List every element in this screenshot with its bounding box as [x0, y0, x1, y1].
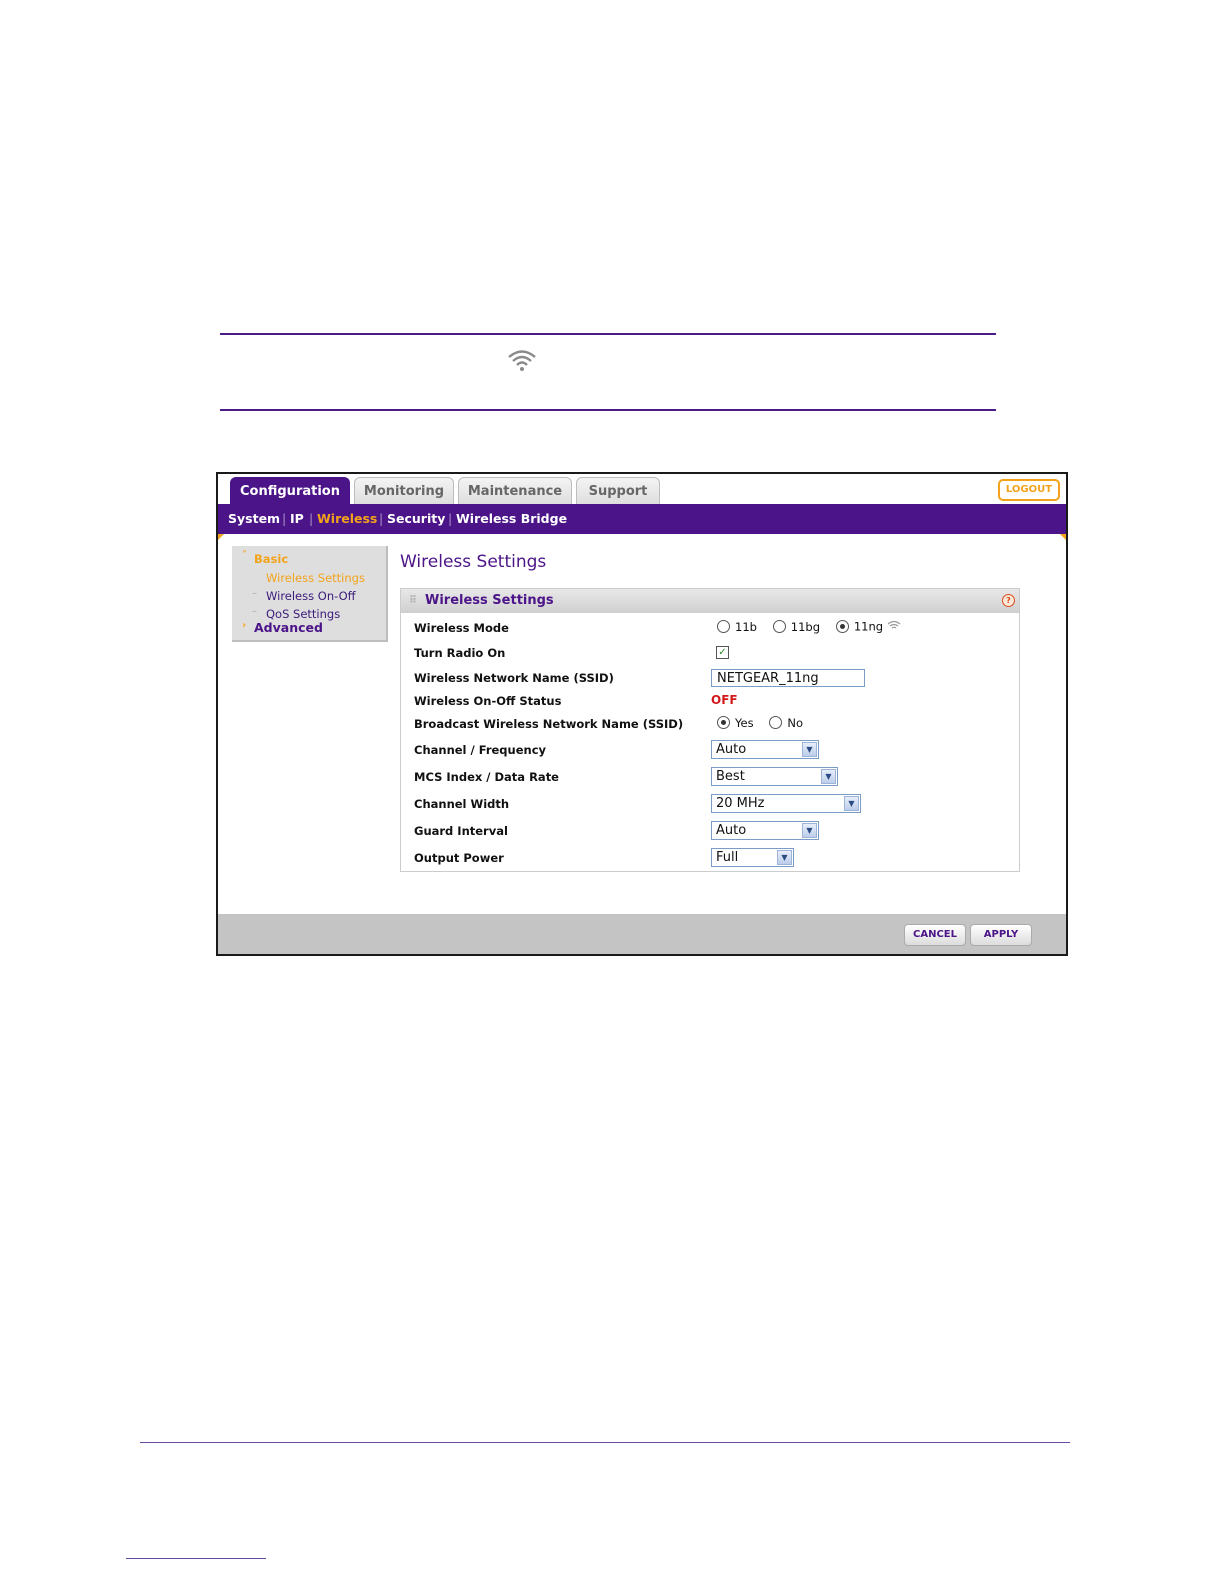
- subnav-wireless[interactable]: Wireless: [317, 504, 377, 534]
- sidebar-item-wireless-settings[interactable]: Wireless Settings: [266, 571, 365, 585]
- chevron-down-icon: ▼: [821, 769, 836, 784]
- page-title: Wireless Settings: [400, 552, 547, 572]
- note-bottom-rule: [220, 409, 996, 411]
- output-power-select-value: Full: [716, 850, 739, 865]
- subnav-separator: |: [309, 511, 314, 526]
- sub-navigation: System | IP | Wireless | Security | Wire…: [218, 504, 1066, 534]
- logout-button[interactable]: LOGOUT: [998, 479, 1060, 501]
- chevron-down-icon: ▼: [777, 850, 792, 865]
- guard-interval-select-value: Auto: [716, 823, 747, 838]
- subnav-separator: |: [448, 511, 453, 526]
- subnav-security[interactable]: Security: [387, 504, 445, 534]
- sidebar-advanced[interactable]: Advanced: [254, 620, 323, 635]
- footer-link-underline: [126, 1558, 266, 1559]
- tab-configuration[interactable]: Configuration: [230, 477, 350, 506]
- subnav-system[interactable]: System: [228, 504, 280, 534]
- ssid-input[interactable]: NETGEAR_11ng: [711, 669, 865, 687]
- orange-corner-right: [1060, 534, 1066, 540]
- subnav-separator: |: [379, 511, 384, 526]
- main-tabs: Configuration Monitoring Maintenance Sup…: [218, 474, 1066, 506]
- subnav-wireless-bridge[interactable]: Wireless Bridge: [456, 504, 567, 534]
- label-broadcast-ssid: Broadcast Wireless Network Name (SSID): [414, 717, 684, 731]
- apply-button[interactable]: APPLY: [970, 924, 1032, 946]
- label-ssid: Wireless Network Name (SSID): [414, 671, 614, 685]
- radio-yes[interactable]: [717, 716, 730, 729]
- label-guard-interval: Guard Interval: [414, 824, 508, 838]
- wireless-mode-radios: 11b 11bg 11ng: [717, 619, 901, 634]
- output-power-select[interactable]: Full ▼: [711, 848, 794, 867]
- channel-width-select-value: 20 MHz: [716, 796, 765, 811]
- tab-support[interactable]: Support: [576, 477, 660, 506]
- chevron-down-icon: ˅: [242, 550, 247, 561]
- label-turn-radio-on: Turn Radio On: [414, 646, 506, 660]
- sidebar-item-wireless-onoff[interactable]: Wireless On-Off: [266, 589, 356, 603]
- grip-icon: ⠿: [409, 595, 417, 606]
- bullet-icon: –: [252, 606, 257, 617]
- bullet-icon: –: [252, 588, 257, 599]
- sidebar: ˅ Basic Wireless Settings – Wireless On-…: [232, 546, 388, 642]
- guard-interval-select[interactable]: Auto ▼: [711, 821, 819, 840]
- router-ui-screenshot: Configuration Monitoring Maintenance Sup…: [216, 472, 1068, 956]
- label-channel: Channel / Frequency: [414, 743, 547, 757]
- wifi-icon: [887, 620, 901, 629]
- chevron-right-icon: ›: [242, 620, 247, 631]
- onoff-status-value: OFF: [711, 693, 738, 707]
- settings-panel: ⠿ Wireless Settings ? Wireless Mode 11b …: [400, 588, 1020, 872]
- radio-11ng[interactable]: [835, 620, 849, 633]
- sidebar-basic[interactable]: Basic: [254, 552, 288, 566]
- mcs-select[interactable]: Best ▼: [711, 767, 838, 786]
- subnav-ip[interactable]: IP: [290, 504, 304, 534]
- radio-11b[interactable]: [717, 620, 730, 633]
- mcs-select-value: Best: [716, 769, 745, 784]
- label-output-power: Output Power: [414, 851, 504, 865]
- button-bar: CANCEL APPLY: [218, 914, 1066, 954]
- channel-width-select[interactable]: 20 MHz ▼: [711, 794, 861, 813]
- chevron-down-icon: ▼: [802, 823, 817, 838]
- note-top-rule: [220, 333, 996, 335]
- label-onoff-status: Wireless On-Off Status: [414, 694, 562, 708]
- sidebar-item-qos-settings[interactable]: QoS Settings: [266, 607, 340, 621]
- radio-label-11bg: 11bg: [790, 619, 820, 634]
- turn-radio-on-checkbox[interactable]: ✓: [716, 646, 729, 659]
- label-channel-width: Channel Width: [414, 797, 510, 811]
- footer-rule: [140, 1442, 1070, 1443]
- channel-select-value: Auto: [716, 742, 747, 757]
- radio-label-no: No: [787, 715, 804, 730]
- radio-no[interactable]: [769, 716, 783, 729]
- tab-maintenance[interactable]: Maintenance: [458, 477, 572, 506]
- chevron-down-icon: ▼: [802, 742, 817, 757]
- radio-11bg[interactable]: [772, 620, 786, 633]
- channel-select[interactable]: Auto ▼: [711, 740, 819, 759]
- chevron-down-icon: ▼: [844, 796, 859, 811]
- radio-label-11ng: 11ng: [853, 619, 884, 634]
- orange-corner-left: [218, 534, 224, 540]
- tab-monitoring[interactable]: Monitoring: [354, 477, 454, 506]
- panel-header: ⠿ Wireless Settings ?: [401, 589, 1019, 613]
- panel-title: Wireless Settings: [425, 593, 554, 608]
- subnav-separator: |: [282, 511, 287, 526]
- help-icon[interactable]: ?: [1002, 594, 1015, 607]
- cancel-button[interactable]: CANCEL: [904, 924, 966, 946]
- radio-label-yes: Yes: [735, 715, 754, 730]
- wifi-icon: [508, 350, 536, 371]
- radio-label-11b: 11b: [735, 619, 757, 634]
- label-mcs: MCS Index / Data Rate: [414, 770, 559, 784]
- label-wireless-mode: Wireless Mode: [414, 621, 509, 635]
- broadcast-ssid-radios: Yes No: [717, 715, 815, 730]
